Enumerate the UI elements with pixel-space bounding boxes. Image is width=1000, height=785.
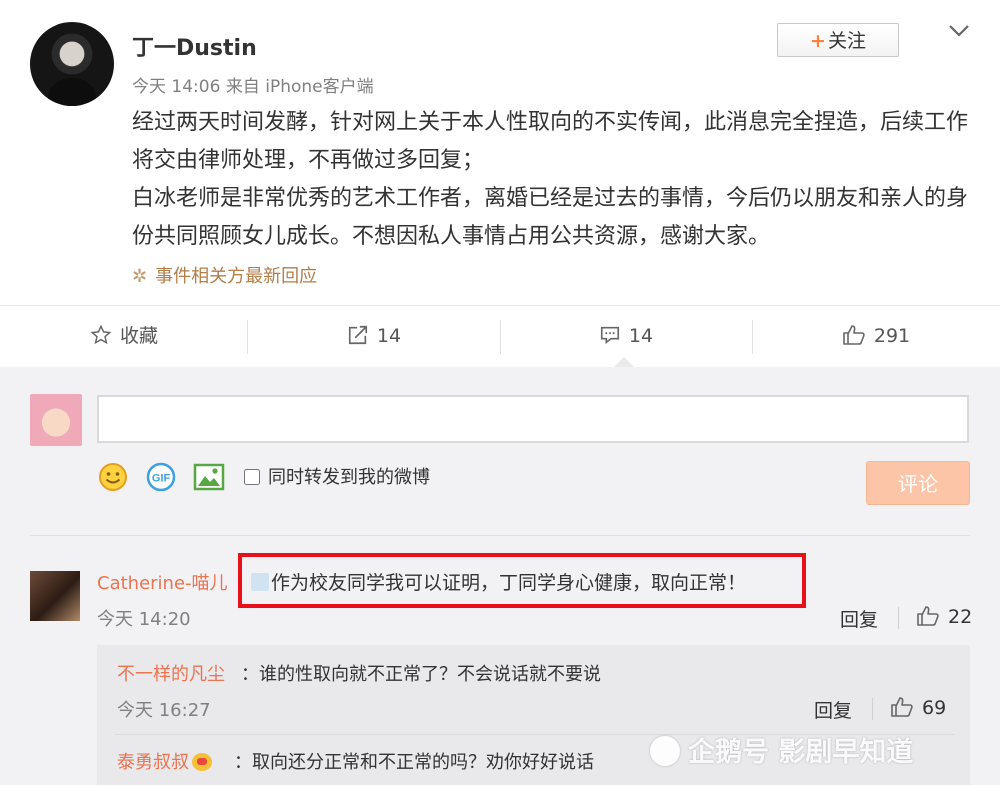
weibo-post: 丁一Dustin 今天 14:06 来自 iPhone客户端 + 关注 经过两天时… (0, 0, 1000, 305)
action-divider (898, 607, 899, 629)
repost-count: 14 (376, 325, 402, 347)
reply-username[interactable]: 不一样的凡尘 (117, 660, 225, 686)
watermark-text: 企鹅号 影剧早知道 (688, 737, 914, 768)
commenter-avatar[interactable] (30, 571, 80, 621)
reply-text: ：取向还分正常和不正常的吗？劝你好好说话 (234, 752, 594, 773)
favorite-label: 收藏 (119, 325, 158, 347)
submit-comment-button[interactable]: 评论 (866, 461, 970, 505)
star-icon (90, 324, 112, 345)
post-time[interactable]: 今天 14:06 (132, 77, 220, 97)
penguin-logo-icon (650, 736, 680, 766)
post-paragraph: 经过两天时间发酵，针对网上关于本人性取向的不实传闻，此消息完全捏造，后续工作将交… (132, 110, 969, 173)
favorite-button[interactable]: 收藏 (0, 306, 248, 368)
comment-like-count: 22 (948, 606, 973, 628)
highlight-annotation-box (238, 553, 806, 608)
like-count: 291 (873, 325, 911, 347)
author-avatar[interactable] (30, 22, 114, 106)
current-user-avatar (30, 394, 82, 446)
follow-button[interactable]: + 关注 (777, 23, 899, 57)
post-content: 经过两天时间发酵，针对网上关于本人性取向的不实传闻，此消息完全捏造，后续工作将交… (132, 104, 972, 256)
comment-count: 14 (628, 325, 654, 347)
reply-text: ：谁的性取向就不正常了？不会说话就不要说 (241, 664, 601, 685)
comment-icon (600, 326, 619, 345)
action-divider (872, 698, 873, 720)
reply-like-count: 69 (922, 697, 947, 719)
reply-link[interactable]: 回复 (840, 605, 878, 632)
gif-icon[interactable]: GIF (145, 462, 177, 492)
comment-time: 今天 14:20 (97, 609, 191, 630)
image-icon[interactable] (193, 462, 225, 492)
post-meta: 今天 14:06 来自 iPhone客户端 (132, 72, 374, 97)
like-button[interactable]: 291 (752, 306, 1000, 368)
comment-divider (30, 535, 970, 536)
reply-like-button[interactable]: 69 (890, 696, 946, 719)
post-source: 来自 iPhone客户端 (225, 77, 374, 97)
repost-button[interactable]: 14 (248, 306, 500, 368)
thumbs-up-icon (917, 606, 939, 626)
author-name[interactable]: 丁一Dustin (132, 30, 257, 62)
comment-username[interactable]: Catherine-喵儿 (97, 569, 228, 595)
thumbs-up-icon (891, 697, 913, 717)
reply-username-row: 泰勇叔叔 (117, 748, 215, 774)
follow-label: 关注 (827, 30, 866, 52)
comment-input[interactable] (97, 395, 969, 443)
sync-repost-option[interactable]: 同时转发到我的微博 (244, 463, 430, 489)
thumbs-up-icon (843, 325, 865, 345)
post-paragraph: 白冰老师是非常优秀的艺术工作者，离婚已经是过去的事情，今后仍以朋友和亲人的身份共… (132, 186, 969, 249)
comment-like-button[interactable]: 22 (916, 605, 972, 628)
reply-username[interactable]: 泰勇叔叔 (117, 752, 189, 773)
gif-label: GIF (152, 473, 171, 485)
reply-link[interactable]: 回复 (814, 696, 852, 723)
topic-link[interactable]: ✲ 事件相关方最新回应 (132, 262, 317, 288)
sync-label: 同时转发到我的微博 (268, 467, 430, 488)
topic-label: 事件相关方最新回应 (155, 266, 318, 287)
chevron-down-icon[interactable] (948, 24, 970, 38)
comment-caret (614, 357, 634, 367)
flower-icon: ✲ (132, 266, 148, 287)
emoji-icon[interactable] (98, 462, 128, 492)
reply-time: 今天 16:27 (117, 700, 211, 721)
watermark: 企鹅号 影剧早知道 (650, 730, 913, 769)
plus-icon: + (810, 30, 826, 52)
action-bar: 收藏 14 14 291 (0, 305, 1000, 368)
repost-icon (348, 325, 367, 345)
member-badge-icon (192, 753, 212, 771)
sync-checkbox[interactable] (244, 469, 260, 485)
